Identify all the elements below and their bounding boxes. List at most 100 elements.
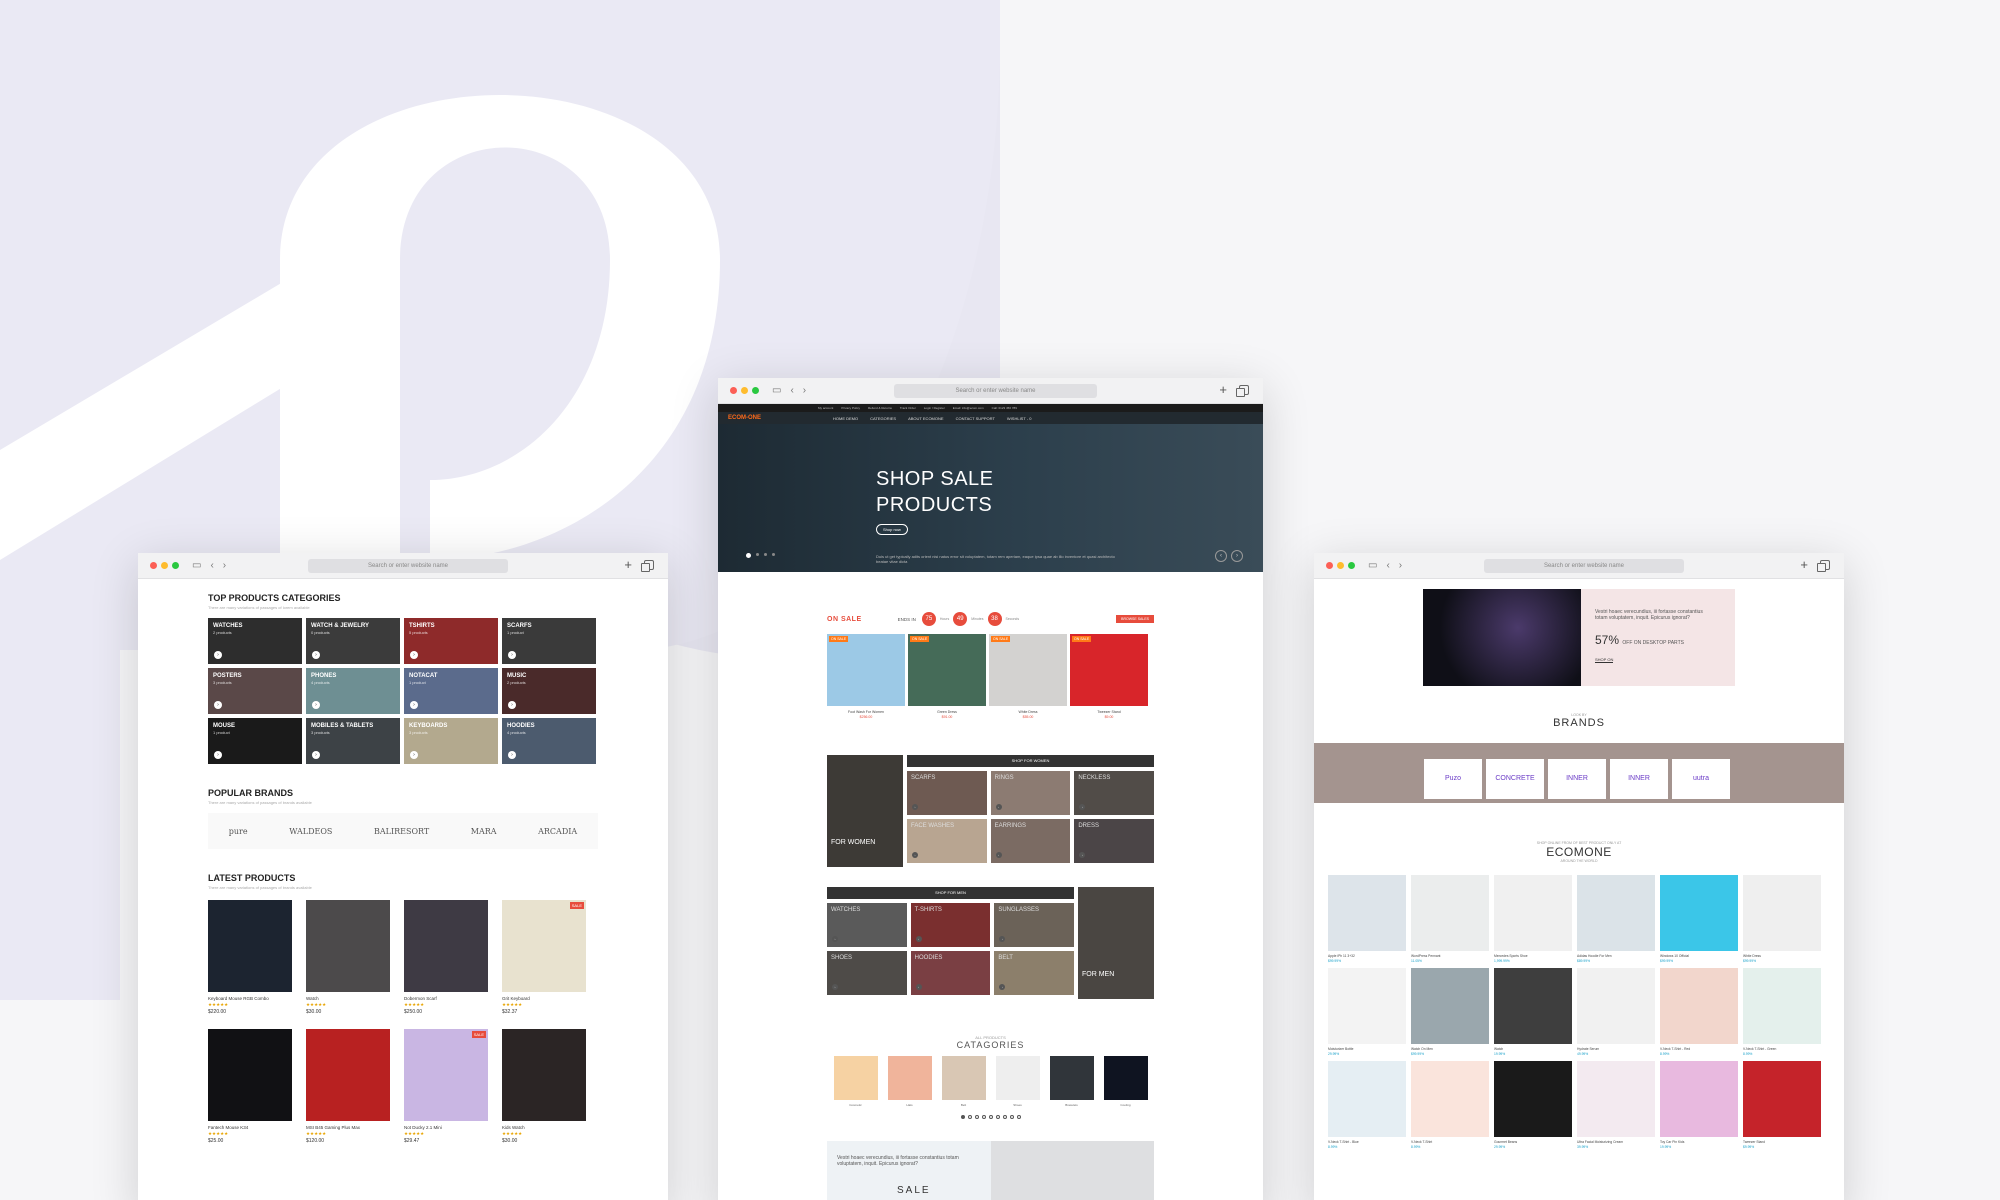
- brand-logo[interactable]: WALDEOS: [289, 827, 332, 836]
- forward-icon[interactable]: ›: [1399, 560, 1402, 571]
- arrow-icon[interactable]: ›: [995, 804, 1002, 810]
- product-image[interactable]: [1743, 1061, 1821, 1137]
- arrow-icon[interactable]: ›: [214, 751, 222, 759]
- category-tile[interactable]: MOBILES & TABLETS 3 products ›: [306, 718, 400, 764]
- product-image[interactable]: [404, 900, 488, 992]
- product-card[interactable]: Adidas Hoodie For Men $89.99%: [1577, 875, 1655, 963]
- product-image[interactable]: [208, 1029, 292, 1121]
- product-image[interactable]: ON SALE: [908, 634, 986, 706]
- women-feature-tile[interactable]: FOR WOMEN: [827, 755, 903, 867]
- category-image[interactable]: [941, 1056, 986, 1100]
- topbar-link[interactable]: Privacy Policy: [841, 406, 860, 410]
- nav-link[interactable]: HOME DEMO: [833, 416, 858, 421]
- product-name[interactable]: Toy Car Pin Kids: [1660, 1140, 1738, 1144]
- product-name[interactable]: Adidas Hoodie For Men: [1577, 954, 1655, 958]
- product-image[interactable]: [1577, 1061, 1655, 1137]
- close-dot[interactable]: [730, 387, 737, 394]
- product-card[interactable]: Tweezer Stand $9.99%: [1743, 1061, 1821, 1149]
- slider-next-icon[interactable]: ›: [1231, 550, 1243, 562]
- close-dot[interactable]: [150, 562, 157, 569]
- brand-logo[interactable]: pure: [229, 827, 248, 836]
- new-tab-icon[interactable]: +: [1219, 382, 1227, 397]
- product-image[interactable]: [502, 1029, 586, 1121]
- product-name[interactable]: Kids Watch: [502, 1125, 586, 1130]
- maximize-dot[interactable]: [752, 387, 759, 394]
- arrow-icon[interactable]: ›: [508, 651, 516, 659]
- arrow-icon[interactable]: ›: [999, 984, 1006, 990]
- category-card[interactable]: Bracelets: [1049, 1056, 1094, 1107]
- category-tile[interactable]: NOTACAT 1 product ›: [404, 668, 498, 714]
- arrow-icon[interactable]: ›: [915, 936, 922, 942]
- product-name[interactable]: Green Dress: [908, 710, 986, 714]
- arrow-icon[interactable]: ›: [915, 984, 922, 990]
- product-image[interactable]: [1660, 875, 1738, 951]
- topbar-link[interactable]: Email: info@ecom.com: [953, 406, 984, 410]
- product-card[interactable]: Mercedes Sports Shoe 1,999.99%: [1494, 875, 1572, 963]
- product-name[interactable]: Apple iPh 11 3+32: [1328, 954, 1406, 958]
- category-tile[interactable]: TSHIRTS 5 products ›: [404, 618, 498, 664]
- arrow-icon[interactable]: ›: [832, 984, 838, 990]
- men-subcategory-tile[interactable]: HOODIES ›: [910, 951, 991, 995]
- arrow-icon[interactable]: ›: [912, 852, 918, 858]
- site-logo[interactable]: ECOM-ONE: [728, 415, 761, 421]
- product-name[interactable]: Watch: [306, 996, 390, 1001]
- product-image[interactable]: [1328, 1061, 1406, 1137]
- minimize-dot[interactable]: [741, 387, 748, 394]
- product-name[interactable]: White Dress: [989, 710, 1067, 714]
- nav-link[interactable]: ABOUT ECOMONE: [908, 416, 944, 421]
- product-name[interactable]: Keyboard Mouse RGB Combo: [208, 996, 292, 1001]
- nav-link[interactable]: CATEGORIES: [870, 416, 896, 421]
- product-name[interactable]: V-Neck T-Shirt - Blue: [1328, 1140, 1406, 1144]
- product-image[interactable]: [1577, 968, 1655, 1044]
- topbar-link[interactable]: Call: 0123 456 789: [992, 406, 1017, 410]
- banner-shop-link[interactable]: SHOP ON: [1595, 657, 1614, 663]
- arrow-icon[interactable]: ›: [410, 651, 418, 659]
- category-tile[interactable]: PHONES 4 products ›: [306, 668, 400, 714]
- sale-product-card[interactable]: ON SALE Tweezer Stand $9.00: [1070, 634, 1148, 719]
- product-name[interactable]: Foot Wash For Women: [827, 710, 905, 714]
- sale-product-card[interactable]: ON SALE Foot Wash For Women $256.00: [827, 634, 905, 719]
- category-tile[interactable]: SCARFS 1 product ›: [502, 618, 596, 664]
- category-image[interactable]: [1049, 1056, 1094, 1100]
- category-tile[interactable]: HOODIES 4 products ›: [502, 718, 596, 764]
- product-name[interactable]: Hydrate Serum: [1577, 1047, 1655, 1051]
- product-image[interactable]: [306, 900, 390, 992]
- men-subcategory-tile[interactable]: SUNGLASSES ›: [994, 903, 1074, 947]
- product-name[interactable]: Watch: [1494, 1047, 1572, 1051]
- product-name[interactable]: Gourmet Beans: [1494, 1140, 1572, 1144]
- tabs-icon[interactable]: [1817, 560, 1830, 572]
- product-card[interactable]: Watch ★★★★★ $30.00: [306, 900, 390, 1015]
- arrow-icon[interactable]: ›: [214, 651, 222, 659]
- product-image[interactable]: ON SALE: [1070, 634, 1148, 706]
- topbar-link[interactable]: Refund & Returns: [868, 406, 892, 410]
- nav-link[interactable]: WISHLIST - 0: [1007, 416, 1032, 421]
- category-card[interactable]: Shoes: [995, 1056, 1040, 1107]
- brand-logo[interactable]: BALIRESORT: [374, 827, 429, 836]
- product-image[interactable]: [1743, 875, 1821, 951]
- arrow-icon[interactable]: ›: [214, 701, 222, 709]
- product-name[interactable]: Moisturizer Bottle: [1328, 1047, 1406, 1051]
- category-card[interactable]: Cooling: [1103, 1056, 1148, 1107]
- brand-card[interactable]: INNER: [1610, 759, 1668, 799]
- arrow-icon[interactable]: ›: [995, 852, 1002, 858]
- sidebar-icon[interactable]: ▭: [772, 385, 781, 396]
- tabs-icon[interactable]: [1236, 385, 1249, 397]
- maximize-dot[interactable]: [1348, 562, 1355, 569]
- brand-card[interactable]: INNER: [1548, 759, 1606, 799]
- category-tile[interactable]: POSTERS 3 products ›: [208, 668, 302, 714]
- product-card[interactable]: V-Neck T-Shirt - Red 8.99%: [1660, 968, 1738, 1056]
- address-bar[interactable]: Search or enter website name: [894, 384, 1097, 398]
- women-subcategory-tile[interactable]: EARRINGS ›: [990, 819, 1071, 863]
- hero-shop-button[interactable]: Shop now: [876, 524, 908, 535]
- arrow-icon[interactable]: ›: [410, 751, 418, 759]
- product-card[interactable]: Fantech Mouse K34 ★★★★★ $25.00: [208, 1029, 292, 1144]
- product-card[interactable]: Moisturizer Bottle 29.99%: [1328, 968, 1406, 1056]
- arrow-icon[interactable]: ›: [312, 751, 320, 759]
- brand-logo[interactable]: ARCADIA: [538, 827, 577, 836]
- product-image[interactable]: [208, 900, 292, 992]
- category-card[interactable]: Belt: [941, 1056, 986, 1107]
- product-image[interactable]: [1411, 875, 1489, 951]
- product-image[interactable]: SALE: [502, 900, 586, 992]
- product-name[interactable]: Grit Keyboard: [502, 996, 586, 1001]
- women-subcategory-tile[interactable]: FACE WASHES ›: [907, 819, 987, 863]
